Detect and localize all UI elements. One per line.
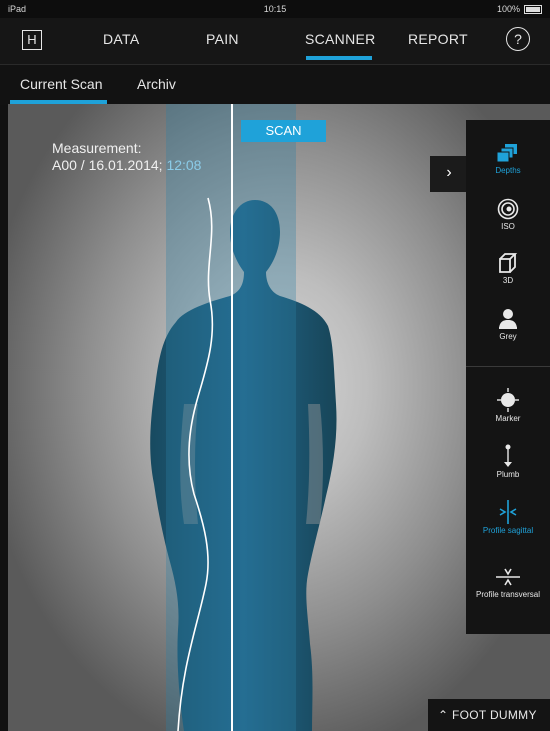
- tool-profile-transversal[interactable]: Profile transversal: [466, 566, 550, 599]
- profile-sagittal-icon: [499, 500, 517, 524]
- expand-toolbar-button[interactable]: ›: [430, 156, 468, 192]
- app-frame: iPad 10:15 100% H DATA PAIN SCANNER REPO…: [0, 0, 550, 731]
- tab-pain[interactable]: PAIN: [206, 31, 239, 47]
- tab-archiv[interactable]: Archiv: [137, 76, 176, 92]
- tab-report[interactable]: REPORT: [408, 31, 468, 47]
- tool-3d-label: 3D: [502, 276, 514, 285]
- chevron-up-icon: ⌃: [438, 708, 449, 722]
- tool-3d[interactable]: 3D: [466, 252, 550, 285]
- foot-dummy-label: FOOT DUMMY: [452, 708, 537, 722]
- status-bar: iPad 10:15 100%: [0, 0, 550, 18]
- measurement-id: A00 / 16.01.2014;: [52, 157, 163, 173]
- battery-status: 100%: [497, 4, 542, 14]
- home-logo-button[interactable]: H: [22, 30, 42, 50]
- scan-viewport[interactable]: Measurement: A00 / 16.01.2014; 12:08 SCA…: [8, 104, 550, 731]
- tool-profile-transversal-label: Profile transversal: [475, 590, 541, 599]
- foot-dummy-button[interactable]: ⌃ FOOT DUMMY: [428, 699, 550, 731]
- tool-marker-label: Marker: [495, 414, 521, 423]
- plumb-icon: [504, 444, 512, 467]
- status-time: 10:15: [263, 4, 287, 14]
- tool-iso[interactable]: ISO: [466, 198, 550, 231]
- scan-button[interactable]: SCAN: [241, 120, 326, 142]
- tool-profile-sagittal[interactable]: Profile sagittal: [466, 500, 550, 535]
- main-nav: H DATA PAIN SCANNER REPORT ?: [0, 18, 550, 64]
- battery-icon: [524, 4, 542, 14]
- tool-iso-label: ISO: [501, 222, 515, 231]
- tool-plumb[interactable]: Plumb: [466, 444, 550, 479]
- grey-person-icon: [499, 309, 517, 329]
- tab-current-scan[interactable]: Current Scan: [20, 76, 102, 92]
- measurement-heading: Measurement:: [52, 140, 142, 156]
- marker-icon: [497, 388, 519, 412]
- right-toolbar: Depths ISO 3D Grey Marker Plumb Profile …: [466, 120, 550, 634]
- iso-icon: [497, 198, 519, 220]
- tool-marker[interactable]: Marker: [466, 388, 550, 423]
- tool-grey-label: Grey: [499, 332, 517, 341]
- toolbar-divider: [466, 366, 550, 367]
- tool-grey[interactable]: Grey: [466, 308, 550, 341]
- measurement-info: Measurement: A00 / 16.01.2014; 12:08: [52, 140, 201, 174]
- tab-data[interactable]: DATA: [103, 31, 139, 47]
- battery-percent: 100%: [496, 4, 520, 14]
- tab-scanner[interactable]: SCANNER: [305, 31, 376, 47]
- cube-icon: [499, 253, 518, 273]
- sub-nav: Current Scan Archiv: [0, 64, 550, 105]
- help-button[interactable]: ?: [506, 27, 530, 51]
- tool-depths-label: Depths: [495, 166, 521, 175]
- tool-profile-sagittal-label: Profile sagittal: [482, 526, 534, 535]
- tool-depths[interactable]: Depths: [466, 144, 550, 175]
- measurement-time: 12:08: [166, 157, 202, 173]
- profile-transversal-icon: [496, 568, 520, 586]
- active-tab-indicator: [306, 56, 372, 60]
- depths-icon: [497, 144, 517, 163]
- tool-plumb-label: Plumb: [496, 470, 520, 479]
